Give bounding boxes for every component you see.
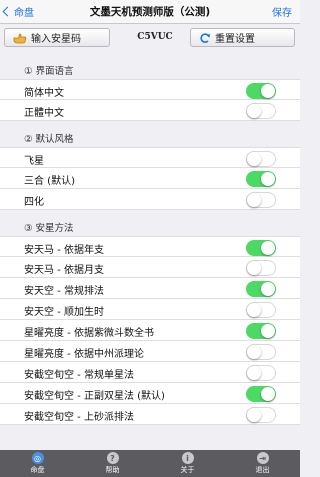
toggle-switch[interactable] [246, 171, 276, 187]
section-header-language: ① 界面语言 [24, 66, 74, 77]
reset-settings-button[interactable]: 重置设置 [190, 28, 295, 47]
toggle-switch[interactable] [246, 344, 276, 360]
tab-bar: ◎ 命盘 ? 帮助 i 关于 ⇥ 退出 [0, 450, 300, 477]
list-item[interactable]: 正體中文 [0, 100, 300, 121]
list-item[interactable]: 星曜亮度 - 依据中州派理论 [0, 341, 300, 362]
toggle-switch[interactable] [246, 365, 276, 381]
tab-help[interactable]: ? 帮助 [75, 450, 150, 477]
help-icon: ? [106, 452, 119, 464]
row-label: 正體中文 [24, 108, 64, 119]
list-item[interactable]: 安天空 - 顺加生时 [0, 299, 300, 320]
page-title: 文墨天机预测师版（公测) [89, 6, 211, 18]
row-label: 安天马 - 依据年支 [24, 245, 104, 256]
row-label: 安截空旬空 - 上砂派排法 [24, 412, 134, 423]
list-item[interactable]: 星曜亮度 - 依据紫微斗数全书 [0, 320, 300, 341]
input-star-code-label: 输入安星码 [31, 34, 81, 45]
row-label: 星曜亮度 - 依据中州派理论 [24, 349, 144, 360]
toggle-switch[interactable] [246, 386, 276, 402]
tab-chart[interactable]: ◎ 命盘 [0, 450, 75, 477]
tab-label: 命盘 [30, 466, 45, 474]
refresh-icon [199, 32, 211, 44]
row-label: 安天空 - 顺加生时 [24, 307, 104, 318]
toggle-switch[interactable] [246, 323, 276, 339]
section-header-style: ② 默认风格 [24, 134, 74, 145]
toggle-switch[interactable] [246, 151, 276, 167]
toggle-switch[interactable] [246, 103, 276, 119]
toggle-switch[interactable] [246, 192, 276, 208]
star-code: C5VUC [137, 32, 173, 42]
list-item[interactable]: 安天马 - 依据年支 [0, 236, 300, 257]
list-item[interactable]: 安截空旬空 - 正副双星法 (默认) [0, 383, 300, 404]
row-label: 安截空旬空 - 正副双星法 (默认) [24, 391, 165, 402]
info-icon: i [181, 452, 194, 464]
row-label: 安截空旬空 - 常规单星法 [24, 370, 134, 381]
toggle-switch[interactable] [246, 240, 276, 256]
row-label: 安天空 - 常规排法 [24, 286, 104, 297]
list-item[interactable]: 安截空旬空 - 上砂派排法 [0, 404, 300, 425]
toggle-switch[interactable] [246, 302, 276, 318]
row-label: 简体中文 [24, 88, 64, 99]
back-button[interactable]: 命盘 [2, 4, 34, 19]
input-star-code-button[interactable]: 输入安星码 [4, 28, 110, 47]
chart-icon: ◎ [31, 452, 44, 464]
hand-pointer-icon [13, 32, 27, 44]
tab-label: 退出 [255, 466, 270, 474]
toggle-switch[interactable] [246, 260, 276, 276]
save-button[interactable]: 保存 [272, 4, 292, 19]
row-label: 星曜亮度 - 依据紫微斗数全书 [24, 328, 154, 339]
section-header-star-method: ③ 安星方法 [24, 223, 74, 234]
list-item[interactable]: 安天马 - 依据月支 [0, 257, 300, 278]
back-label: 命盘 [14, 8, 34, 19]
row-label: 飞星 [24, 156, 44, 167]
list-item[interactable]: 安天空 - 常规排法 [0, 278, 300, 299]
list-item[interactable]: 简体中文 [0, 79, 300, 100]
tab-exit[interactable]: ⇥ 退出 [225, 450, 300, 477]
row-label: 四化 [24, 197, 44, 208]
toggle-switch[interactable] [246, 83, 276, 99]
reset-settings-label: 重置设置 [215, 34, 255, 45]
toggle-switch[interactable] [246, 407, 276, 423]
tab-label: 帮助 [105, 466, 120, 474]
tab-about[interactable]: i 关于 [150, 450, 225, 477]
toolbar: 输入安星码 C5VUC 重置设置 [0, 25, 300, 51]
row-label: 三合 (默认) [24, 176, 75, 187]
toggle-switch[interactable] [246, 281, 276, 297]
list-item[interactable]: 三合 (默认) [0, 168, 300, 189]
list-item[interactable]: 飞星 [0, 147, 300, 168]
settings-list[interactable]: ① 界面语言 简体中文 正體中文 ② 默认风格 飞星 三合 (默认) 四化 ③ … [0, 53, 300, 450]
nav-bar: 命盘 文墨天机预测师版（公测) 保存 [0, 0, 300, 24]
list-item[interactable]: 安截空旬空 - 常规单星法 [0, 362, 300, 383]
row-label: 安天马 - 依据月支 [24, 265, 104, 276]
chevron-left-icon [2, 6, 13, 17]
exit-icon: ⇥ [256, 452, 269, 464]
tab-label: 关于 [180, 466, 195, 474]
list-item[interactable]: 四化 [0, 189, 300, 210]
